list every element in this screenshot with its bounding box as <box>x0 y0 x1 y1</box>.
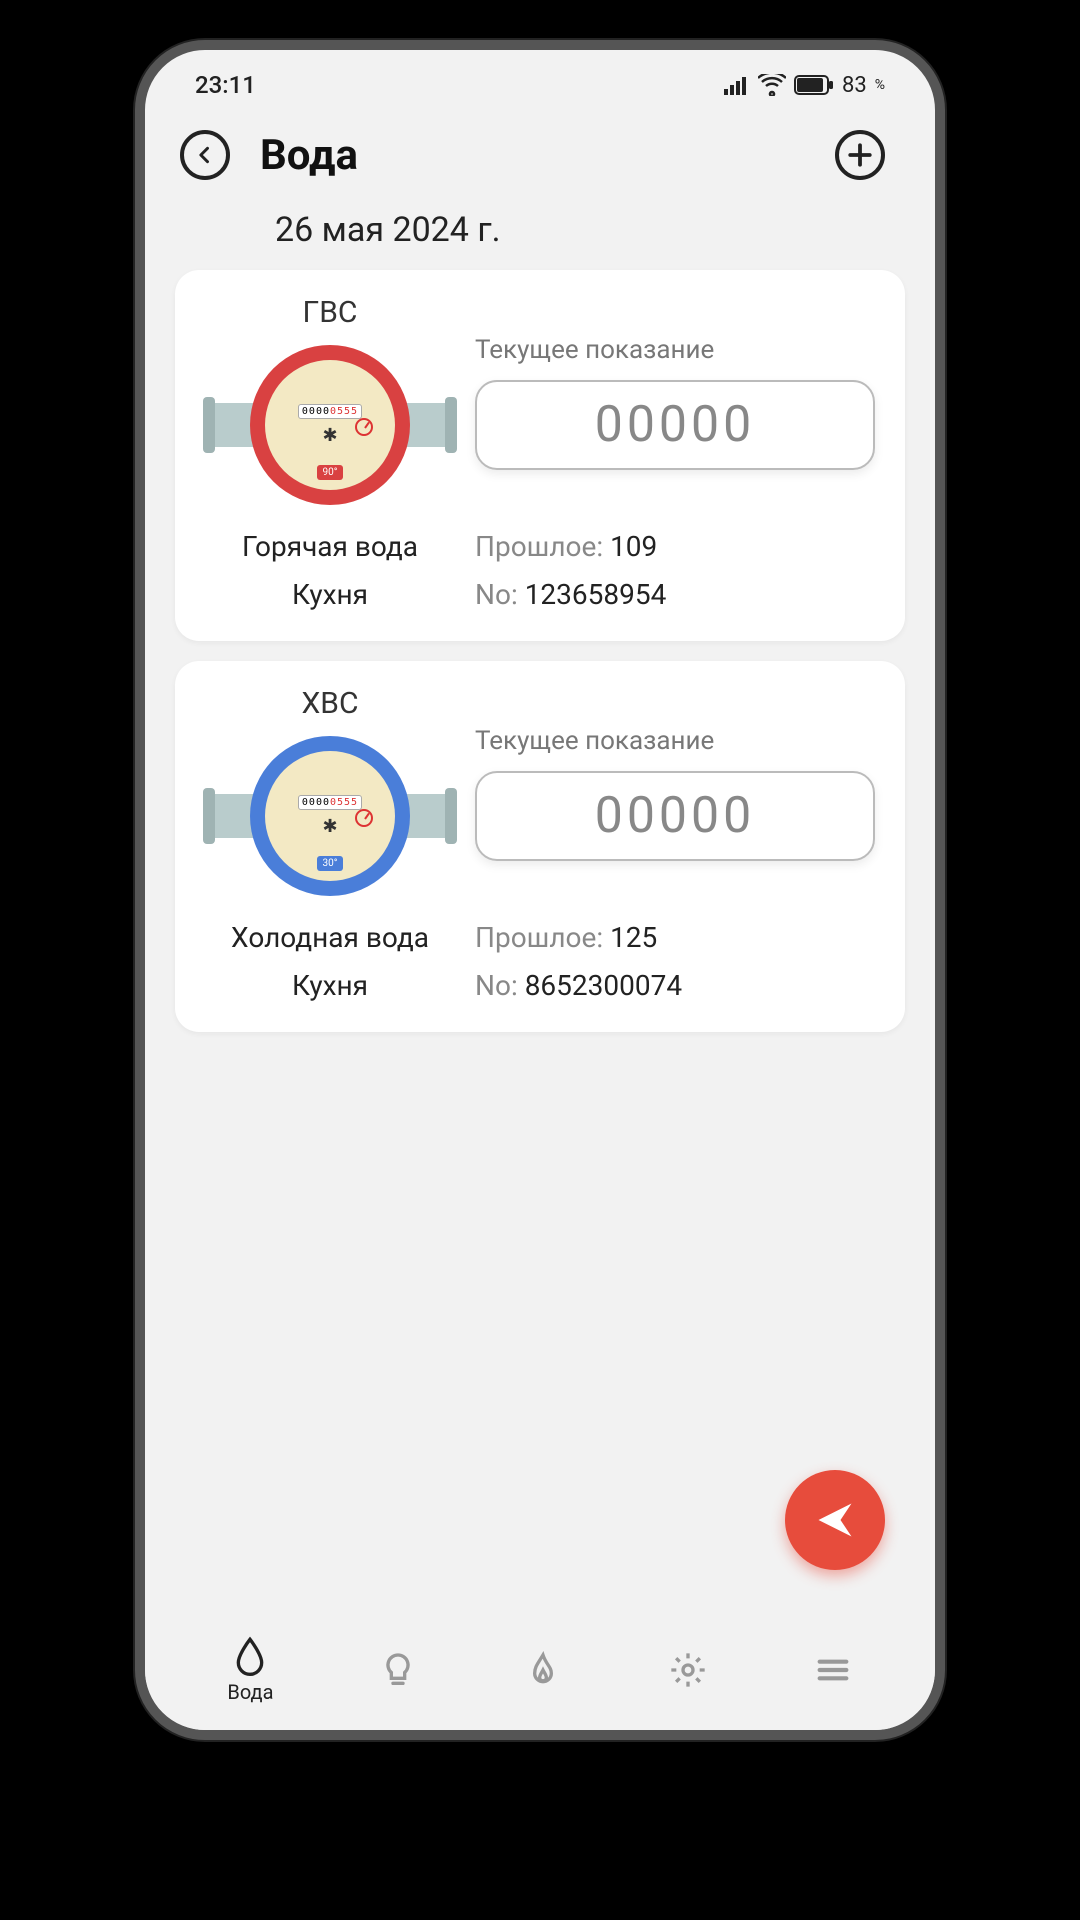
serial-number: No: 123658954 <box>475 578 875 611</box>
bottom-navigation: Вода <box>145 1610 935 1730</box>
flame-icon <box>523 1650 563 1690</box>
chevron-left-icon <box>195 145 215 165</box>
current-reading-label: Текущее показание <box>475 726 875 756</box>
meter-card-list: ГВС 00000555 ✱ 90° <box>145 270 935 1032</box>
nav-electricity[interactable] <box>378 1650 418 1690</box>
meter-abbreviation: ХВС <box>301 686 358 721</box>
meter-abbreviation: ГВС <box>303 295 358 330</box>
battery-icon <box>794 75 834 95</box>
send-icon <box>813 1498 857 1542</box>
nav-menu[interactable] <box>813 1650 853 1690</box>
menu-icon <box>813 1650 853 1690</box>
meter-temp-tag: 30° <box>317 856 344 871</box>
wifi-icon <box>758 74 786 96</box>
water-meter-icon-cold: 00000555 ✱ 30° <box>215 731 445 901</box>
nav-gas[interactable] <box>523 1650 563 1690</box>
previous-reading: Прошлое: 125 <box>475 921 875 954</box>
meter-location: Кухня <box>292 969 368 1002</box>
status-time: 23:11 <box>195 71 256 99</box>
serial-number: No: 8652300074 <box>475 969 875 1002</box>
battery-percent: 83 <box>842 73 867 98</box>
previous-reading: Прошлое: 109 <box>475 530 875 563</box>
plus-icon <box>847 142 873 168</box>
lightbulb-icon <box>378 1650 418 1690</box>
status-indicators: 83% <box>724 73 885 98</box>
meter-card-hot: ГВС 00000555 ✱ 90° <box>175 270 905 641</box>
current-reading-input[interactable]: 00000 <box>475 771 875 861</box>
send-button[interactable] <box>785 1470 885 1570</box>
water-drop-icon <box>230 1636 270 1676</box>
status-bar: 23:11 83% <box>145 50 935 120</box>
current-reading-input[interactable]: 00000 <box>475 380 875 470</box>
back-button[interactable] <box>180 130 230 180</box>
nav-settings[interactable] <box>668 1650 708 1690</box>
meter-type-name: Горячая вода <box>242 530 418 563</box>
cellular-signal-icon <box>724 75 750 95</box>
meter-card-cold: ХВС 00000555 ✱ 30° <box>175 661 905 1032</box>
date-label: 26 мая 2024 г. <box>145 190 935 270</box>
nav-water[interactable]: Вода <box>227 1636 273 1704</box>
add-button[interactable] <box>835 130 885 180</box>
meter-location: Кухня <box>292 578 368 611</box>
page-title: Вода <box>260 131 805 180</box>
current-reading-label: Текущее показание <box>475 335 875 365</box>
gear-icon <box>668 1650 708 1690</box>
water-meter-icon-hot: 00000555 ✱ 90° <box>215 340 445 510</box>
app-header: Вода <box>145 120 935 190</box>
phone-frame: 23:11 83% Вода 26 мая 2024 г. <box>135 40 945 1740</box>
nav-water-label: Вода <box>227 1680 273 1704</box>
meter-temp-tag: 90° <box>317 465 344 480</box>
battery-percent-symbol: % <box>875 77 885 93</box>
meter-type-name: Холодная вода <box>231 921 429 954</box>
